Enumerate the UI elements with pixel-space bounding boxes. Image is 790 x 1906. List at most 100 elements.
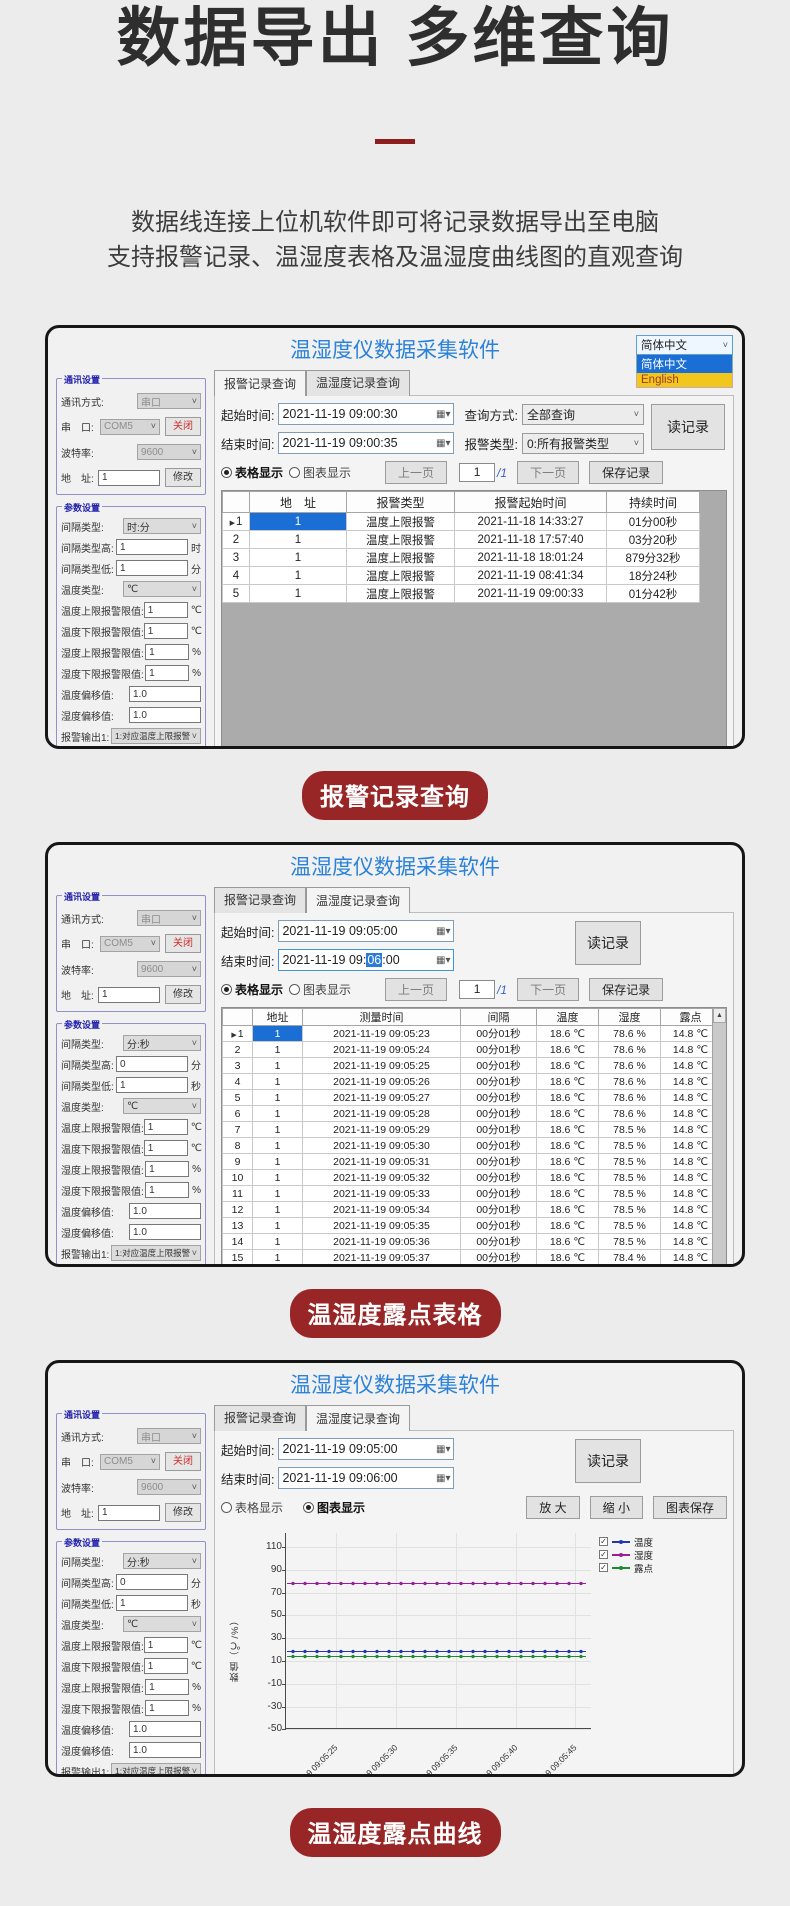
- tab-record-query[interactable]: 温湿度记录查询: [306, 370, 410, 396]
- save-records-button[interactable]: 保存记录: [589, 461, 663, 484]
- page-number-input[interactable]: 1: [459, 980, 495, 999]
- param-input[interactable]: 1: [144, 1637, 188, 1653]
- param-input[interactable]: 1: [144, 1658, 188, 1674]
- param-input[interactable]: 1: [144, 602, 188, 618]
- param-select[interactable]: COM5˅: [100, 936, 160, 952]
- calendar-icon[interactable]: ▦▾: [436, 409, 450, 420]
- table-row[interactable]: 21温度上限报警2021-11-18 17:57:4003分20秒: [223, 531, 700, 549]
- param-select[interactable]: COM5˅: [100, 419, 160, 435]
- param-input[interactable]: 1.0: [129, 1742, 201, 1758]
- param-input[interactable]: 1.0: [129, 686, 201, 702]
- calendar-icon[interactable]: ▦▾: [436, 955, 450, 966]
- close-port-button[interactable]: 关闭: [165, 417, 201, 436]
- param-input[interactable]: 1: [116, 539, 188, 555]
- table-row[interactable]: 31温度上限报警2021-11-18 18:01:24879分32秒: [223, 549, 700, 567]
- zoom-in-button[interactable]: 放 大: [526, 1496, 579, 1519]
- table-row[interactable]: 612021-11-19 09:05:2800分01秒18.6 ℃78.6 %1…: [223, 1106, 721, 1122]
- param-select[interactable]: 1:对应温度上限报警˅: [111, 1763, 201, 1777]
- zoom-out-button[interactable]: 缩 小: [590, 1496, 643, 1519]
- table-row[interactable]: 712021-11-19 09:05:2900分01秒18.6 ℃78.5 %1…: [223, 1122, 721, 1138]
- param-input[interactable]: 1.0: [129, 1203, 201, 1219]
- param-select[interactable]: 分:秒˅: [123, 1553, 201, 1569]
- table-row[interactable]: 1512021-11-19 09:05:3700分01秒18.6 ℃78.4 %…: [223, 1250, 721, 1266]
- calendar-icon[interactable]: ▦▾: [436, 1473, 450, 1484]
- param-select[interactable]: 1:对应温度上限报警˅: [111, 1245, 201, 1261]
- param-input[interactable]: 1: [145, 1182, 189, 1198]
- param-input[interactable]: 1: [145, 1700, 189, 1716]
- param-input[interactable]: 1.0: [129, 707, 201, 723]
- param-input[interactable]: 1: [145, 665, 189, 681]
- param-input[interactable]: 1: [144, 1140, 188, 1156]
- next-page-button[interactable]: 下一页: [517, 461, 579, 484]
- tab-record-query[interactable]: 温湿度记录查询: [306, 887, 410, 913]
- table-row[interactable]: 1612021-11-19 09:05:3800分01秒18.6 ℃78.4 %…: [223, 1266, 721, 1268]
- table-row[interactable]: 212021-11-19 09:05:2400分01秒18.6 ℃78.6 %1…: [223, 1042, 721, 1058]
- param-select[interactable]: 9600˅: [137, 961, 201, 977]
- chart-view-radio[interactable]: [289, 984, 300, 995]
- table-view-radio[interactable]: [221, 467, 232, 478]
- alarm-type-select[interactable]: 0:所有报警类型 ˅: [522, 433, 644, 454]
- param-input[interactable]: 1: [145, 1679, 189, 1695]
- read-records-button[interactable]: 读记录: [651, 404, 725, 450]
- tab-alarm-query[interactable]: 报警记录查询: [214, 887, 306, 913]
- end-time-input[interactable]: 2021-11-19 09:06:00 ▦▾: [278, 949, 454, 971]
- calendar-icon[interactable]: ▦▾: [436, 926, 450, 937]
- language-select[interactable]: 简体中文 ˅: [636, 335, 733, 355]
- save-records-button[interactable]: 保存记录: [589, 978, 663, 1001]
- start-time-input[interactable]: 2021-11-19 09:05:00 ▦▾: [278, 1438, 454, 1460]
- param-select[interactable]: 9600˅: [137, 1479, 201, 1495]
- next-page-button[interactable]: 下一页: [517, 978, 579, 1001]
- param-input[interactable]: 1: [98, 987, 160, 1003]
- table-row[interactable]: 1412021-11-19 09:05:3600分01秒18.6 ℃78.5 %…: [223, 1234, 721, 1250]
- close-port-button[interactable]: 关闭: [165, 1452, 201, 1471]
- tab-alarm-query[interactable]: 报警记录查询: [214, 1405, 306, 1431]
- param-input[interactable]: 1: [116, 1077, 188, 1093]
- table-row[interactable]: 512021-11-19 09:05:2700分01秒18.6 ℃78.6 %1…: [223, 1090, 721, 1106]
- language-option-chinese[interactable]: 简体中文: [636, 355, 733, 373]
- table-row[interactable]: 812021-11-19 09:05:3000分01秒18.6 ℃78.5 %1…: [223, 1138, 721, 1154]
- table-row[interactable]: 112021-11-19 09:05:2300分01秒18.6 ℃78.6 %1…: [223, 1026, 721, 1042]
- table-view-radio[interactable]: [221, 1502, 232, 1513]
- table-row[interactable]: 912021-11-19 09:05:3100分01秒18.6 ℃78.5 %1…: [223, 1154, 721, 1170]
- param-input[interactable]: 1: [145, 644, 189, 660]
- table-row[interactable]: 412021-11-19 09:05:2600分01秒18.6 ℃78.6 %1…: [223, 1074, 721, 1090]
- checkbox-checked-icon[interactable]: ✓: [599, 1537, 608, 1546]
- param-select[interactable]: 9600˅: [137, 444, 201, 460]
- table-view-radio[interactable]: [221, 984, 232, 995]
- read-records-button[interactable]: 读记录: [575, 921, 641, 965]
- table-row[interactable]: 1212021-11-19 09:05:3400分01秒18.6 ℃78.5 %…: [223, 1202, 721, 1218]
- checkbox-checked-icon[interactable]: ✓: [599, 1550, 608, 1559]
- table-row[interactable]: 1012021-11-19 09:05:3200分01秒18.6 ℃78.5 %…: [223, 1170, 721, 1186]
- chart-view-radio[interactable]: [289, 467, 300, 478]
- table-row[interactable]: 51温度上限报警2021-11-19 09:00:3301分42秒: [223, 585, 700, 603]
- param-input[interactable]: 1: [98, 470, 160, 486]
- start-time-input[interactable]: 2021-11-19 09:05:00 ▦▾: [278, 920, 454, 942]
- modify-address-button[interactable]: 修改: [165, 1503, 201, 1522]
- prev-page-button[interactable]: 上一页: [385, 978, 447, 1001]
- modify-address-button[interactable]: 修改: [165, 985, 201, 1004]
- table-row[interactable]: 11温度上限报警2021-11-18 14:33:2701分00秒: [223, 513, 700, 531]
- param-select[interactable]: COM5˅: [100, 1454, 160, 1470]
- param-select[interactable]: ℃˅: [123, 581, 201, 597]
- checkbox-checked-icon[interactable]: ✓: [599, 1563, 608, 1572]
- language-option-english[interactable]: English: [636, 373, 733, 388]
- scroll-up-icon[interactable]: ▲: [713, 1008, 726, 1023]
- save-chart-button[interactable]: 图表保存: [653, 1496, 727, 1519]
- param-select[interactable]: 串口˅: [137, 1428, 201, 1444]
- param-select[interactable]: 0:不对应任何报警˅: [111, 1266, 201, 1267]
- query-mode-select[interactable]: 全部查询 ˅: [522, 404, 644, 425]
- table-row[interactable]: 1112021-11-19 09:05:3300分01秒18.6 ℃78.5 %…: [223, 1186, 721, 1202]
- param-select[interactable]: 串口˅: [137, 393, 201, 409]
- param-input[interactable]: 1.0: [129, 1224, 201, 1240]
- param-input[interactable]: 1: [145, 1161, 189, 1177]
- page-number-input[interactable]: 1: [459, 463, 495, 482]
- modify-address-button[interactable]: 修改: [165, 468, 201, 487]
- param-input[interactable]: 1: [144, 1119, 188, 1135]
- table-scrollbar[interactable]: ▲: [712, 1008, 726, 1267]
- param-select[interactable]: 串口˅: [137, 910, 201, 926]
- table-row[interactable]: 312021-11-19 09:05:2500分01秒18.6 ℃78.6 %1…: [223, 1058, 721, 1074]
- param-select[interactable]: 分:秒˅: [123, 1035, 201, 1051]
- read-records-button[interactable]: 读记录: [575, 1439, 641, 1483]
- param-select[interactable]: 1:对应温度上限报警˅: [111, 728, 201, 744]
- param-input[interactable]: 1: [98, 1505, 160, 1521]
